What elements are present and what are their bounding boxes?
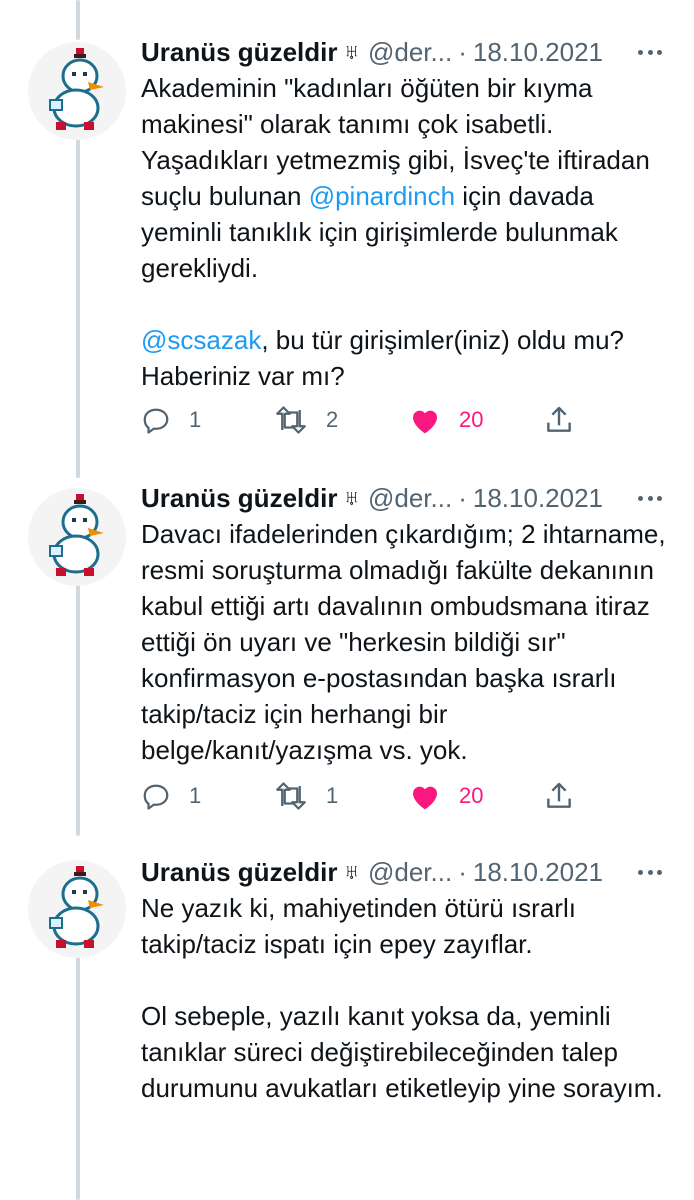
snowman-avatar-icon <box>49 494 104 576</box>
reply-button[interactable]: 1 <box>141 776 201 816</box>
more-options-icon[interactable] <box>638 40 662 64</box>
uranus-symbol-icon: ♅ <box>343 485 360 510</box>
author-handle[interactable]: @der... <box>368 857 452 888</box>
retweet-icon <box>276 782 306 810</box>
like-count: 20 <box>459 783 484 808</box>
separator-dot: · <box>458 482 467 513</box>
mention-link[interactable]: @scsazak <box>141 325 261 355</box>
like-button[interactable]: 20 <box>409 400 483 440</box>
reply-button[interactable]: 1 <box>141 400 201 440</box>
tweet-header: Uranüs güzeldir ♅ @der... · 18.10.2021 <box>141 32 603 72</box>
share-button[interactable] <box>543 400 575 440</box>
heart-icon <box>413 786 437 810</box>
tweet-date[interactable]: 18.10.2021 <box>473 37 603 68</box>
share-icon <box>547 782 571 808</box>
reply-count: 1 <box>189 407 202 432</box>
separator-dot: · <box>458 856 467 887</box>
share-icon <box>547 406 571 432</box>
reply-count: 1 <box>189 783 202 808</box>
tweet-header: Uranüs güzeldir ♅ @der... · 18.10.2021 <box>141 478 603 518</box>
author-handle[interactable]: @der... <box>368 483 452 514</box>
author-name[interactable]: Uranüs güzeldir <box>141 857 337 888</box>
like-count: 20 <box>459 407 484 432</box>
retweet-button[interactable]: 2 <box>274 400 338 440</box>
uranus-symbol-icon: ♅ <box>343 859 360 884</box>
author-name[interactable]: Uranüs güzeldir <box>141 483 337 514</box>
tweet-date[interactable]: 18.10.2021 <box>473 483 603 514</box>
share-button[interactable] <box>543 776 575 816</box>
tweet[interactable]: Uranüs güzeldir ♅ @der... · 18.10.2021 D… <box>0 478 694 830</box>
tweet-text: Ne yazık ki, mahiyetinden ötürü ısrarlı … <box>141 893 663 1103</box>
mention-link[interactable]: @pinardinch <box>309 181 455 211</box>
uranus-symbol-icon: ♅ <box>343 39 360 64</box>
snowman-avatar-icon <box>49 866 104 948</box>
tweet-header: Uranüs güzeldir ♅ @der... · 18.10.2021 <box>141 852 603 892</box>
tweet-text: Davacı ifadelerinden çıkardığım; 2 ihtar… <box>141 519 666 765</box>
more-options-icon[interactable] <box>638 860 662 884</box>
tweet-actions: 1 2 20 <box>141 400 591 440</box>
tweet[interactable]: Uranüs güzeldir ♅ @der... · 18.10.2021 N… <box>0 852 694 1200</box>
tweet-date[interactable]: 18.10.2021 <box>473 857 603 888</box>
retweet-count: 1 <box>326 783 339 808</box>
more-options-icon[interactable] <box>638 486 662 510</box>
retweet-icon <box>276 406 306 434</box>
tweet[interactable]: Uranüs güzeldir ♅ @der... · 18.10.2021 A… <box>0 32 694 452</box>
reply-icon <box>143 408 169 434</box>
avatar[interactable] <box>28 42 126 140</box>
snowman-avatar-icon <box>49 48 104 130</box>
heart-icon <box>413 410 437 434</box>
reply-icon <box>143 784 169 810</box>
author-handle[interactable]: @der... <box>368 37 452 68</box>
author-name[interactable]: Uranüs güzeldir <box>141 37 337 68</box>
tweet-actions: 1 1 20 <box>141 776 591 816</box>
avatar[interactable] <box>28 860 126 958</box>
retweet-button[interactable]: 1 <box>274 776 338 816</box>
tweet-text: Akademinin "kadınları öğüten bir kıyma m… <box>141 73 650 391</box>
separator-dot: · <box>458 36 467 67</box>
retweet-count: 2 <box>326 407 339 432</box>
like-button[interactable]: 20 <box>409 776 483 816</box>
avatar[interactable] <box>28 488 126 586</box>
